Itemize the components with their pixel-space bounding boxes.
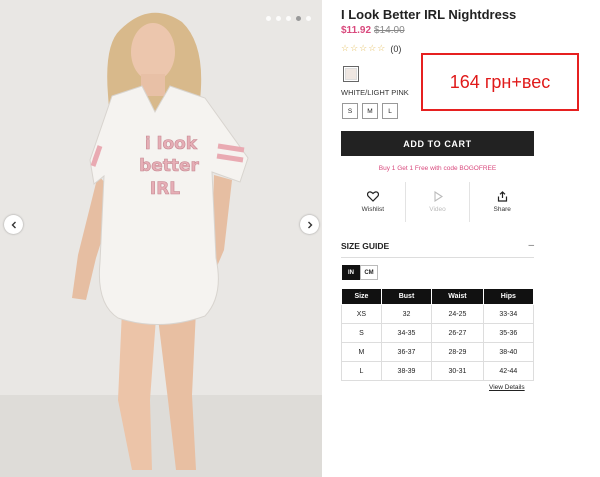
product-image-gallery[interactable]: i look better IRL bbox=[0, 0, 322, 477]
heart-icon bbox=[366, 191, 379, 202]
table-cell: 32 bbox=[380, 304, 433, 324]
table-row: M 36-37 28-29 38-40 bbox=[341, 342, 535, 362]
next-image-button[interactable] bbox=[300, 215, 319, 234]
table-cell: 35-36 bbox=[482, 323, 535, 343]
unit-toggle: IN CM bbox=[342, 265, 378, 280]
size-option-l[interactable]: L bbox=[382, 103, 398, 119]
product-price: $11.92 $14.00 bbox=[341, 25, 405, 36]
rating-stars-icon: ☆☆☆☆☆ bbox=[341, 43, 387, 53]
column-header: Size bbox=[341, 288, 382, 305]
add-to-cart-button[interactable]: ADD TO CART bbox=[341, 131, 534, 156]
shirt-print-line1: i look bbox=[145, 134, 198, 154]
view-details-link[interactable]: View Details bbox=[489, 384, 525, 391]
table-cell: 24-25 bbox=[431, 304, 484, 324]
gallery-dot[interactable] bbox=[286, 16, 291, 21]
wishlist-label: Wishlist bbox=[361, 206, 385, 213]
size-option-s[interactable]: S bbox=[342, 103, 358, 119]
unit-centimeters-button[interactable]: CM bbox=[360, 265, 378, 280]
column-header: Bust bbox=[380, 288, 433, 305]
shirt-print-line3: IRL bbox=[150, 179, 180, 199]
size-guide-title: SIZE GUIDE bbox=[341, 240, 390, 251]
unit-inches-button[interactable]: IN bbox=[342, 265, 360, 280]
original-price: $14.00 bbox=[374, 25, 405, 36]
size-option-m[interactable]: M bbox=[362, 103, 378, 119]
color-name: WHITE/LIGHT PINK bbox=[341, 88, 409, 97]
product-title: I Look Better IRL Nightdress bbox=[341, 7, 517, 22]
previous-image-button[interactable] bbox=[4, 215, 23, 234]
video-button[interactable]: Video bbox=[404, 182, 470, 222]
gallery-dot[interactable] bbox=[266, 16, 271, 21]
table-cell: 38-39 bbox=[380, 361, 433, 381]
gallery-dot[interactable] bbox=[276, 16, 281, 21]
product-actions: Wishlist Video Share bbox=[341, 182, 534, 222]
review-count: (0) bbox=[390, 43, 402, 54]
play-icon bbox=[433, 191, 443, 202]
wishlist-button[interactable]: Wishlist bbox=[341, 182, 405, 222]
size-selector: S M L bbox=[342, 103, 398, 119]
product-photo: i look better IRL bbox=[0, 0, 322, 477]
table-cell: 30-31 bbox=[431, 361, 484, 381]
share-label: Share bbox=[493, 206, 511, 213]
sale-price: $11.92 bbox=[341, 25, 372, 36]
table-cell: XS bbox=[341, 304, 382, 324]
share-button[interactable]: Share bbox=[469, 182, 534, 222]
video-label: Video bbox=[429, 206, 446, 213]
gallery-dots bbox=[266, 16, 311, 21]
table-cell: 36-37 bbox=[380, 342, 433, 362]
table-row: L 38-39 30-31 42-44 bbox=[341, 361, 535, 381]
promo-text: Buy 1 Get 1 Free with code BOGOFREE bbox=[378, 165, 497, 172]
table-row: S 34-35 26-27 35-36 bbox=[341, 323, 535, 343]
table-row: XS 32 24-25 33-34 bbox=[341, 304, 535, 324]
size-guide-table: Size Bust Waist Hips XS 32 24-25 33-34 S 34-35 26… bbox=[341, 288, 535, 381]
share-icon bbox=[497, 191, 507, 202]
product-rating[interactable]: ☆☆☆☆☆ (0) bbox=[341, 43, 401, 54]
table-cell: M bbox=[341, 342, 382, 362]
shirt-print-line2: better bbox=[139, 156, 199, 176]
table-cell: 33-34 bbox=[482, 304, 535, 324]
gallery-dot[interactable] bbox=[306, 16, 311, 21]
table-cell: S bbox=[341, 323, 382, 343]
table-cell: 42-44 bbox=[482, 361, 535, 381]
price-annotation: 164 грн+вес bbox=[421, 53, 579, 111]
column-header: Waist bbox=[431, 288, 484, 305]
chevron-left-icon bbox=[11, 221, 16, 228]
table-cell: 26-27 bbox=[431, 323, 484, 343]
chevron-right-icon bbox=[307, 221, 312, 228]
table-cell: 38-40 bbox=[482, 342, 535, 362]
color-swatch-white-light-pink[interactable] bbox=[343, 66, 359, 82]
table-cell: 34-35 bbox=[380, 323, 433, 343]
table-cell: L bbox=[341, 361, 382, 381]
collapse-icon: – bbox=[528, 240, 534, 251]
gallery-dot[interactable] bbox=[296, 16, 301, 21]
table-cell: 28-29 bbox=[431, 342, 484, 362]
column-header: Hips bbox=[482, 288, 535, 305]
size-guide-header[interactable]: SIZE GUIDE – bbox=[341, 240, 534, 258]
